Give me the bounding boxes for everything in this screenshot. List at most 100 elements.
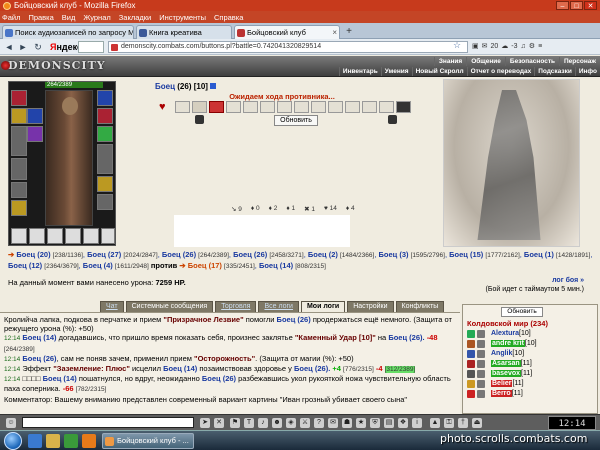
fighter-link[interactable]: Боец (26) (162, 250, 196, 259)
maximize-button[interactable]: □ (570, 1, 583, 10)
music-icon[interactable]: ♫ (521, 41, 526, 53)
menu-bookmarks[interactable]: Закладки (119, 13, 151, 22)
tab-settings[interactable]: Настройки (347, 301, 394, 312)
tab-chat[interactable]: Чат (100, 301, 124, 312)
boots-slot[interactable] (97, 194, 113, 210)
scroll-slot-6[interactable] (101, 228, 115, 244)
translit-icon[interactable]: T (244, 418, 254, 428)
smiley-icon[interactable]: ☺ (6, 418, 16, 428)
sword-icon[interactable]: † (458, 418, 468, 428)
ring-slot[interactable] (27, 108, 43, 124)
scroll-slot-4[interactable] (65, 228, 81, 244)
action-icon-6[interactable] (260, 101, 275, 113)
fighter-link[interactable]: Боец (4) (83, 261, 113, 270)
action-icon-13[interactable] (379, 101, 394, 113)
tab-conflicts[interactable]: Конфликты (395, 301, 445, 312)
exit-icon[interactable]: ⏏ (472, 418, 482, 428)
forward-button[interactable]: ► (17, 41, 29, 53)
action-icon-11[interactable] (345, 101, 360, 113)
fighter-link[interactable]: Боец (1) (524, 250, 554, 259)
armor-slot[interactable] (11, 158, 27, 180)
bag-icon[interactable]: ☗ (342, 418, 352, 428)
gloves-slot[interactable] (11, 200, 27, 216)
tab-fight-club[interactable]: Бойцовский клуб × (234, 25, 340, 39)
menu-communication[interactable]: Общение (466, 57, 505, 66)
enemy-fighter-link[interactable]: Боец (17) (188, 261, 222, 270)
helmet-slot[interactable] (11, 90, 27, 106)
action-icon-14[interactable] (396, 101, 411, 113)
action-icon-2[interactable] (192, 101, 207, 113)
close-button[interactable]: ✕ (584, 1, 597, 10)
player-item[interactable]: Alextura[10] (467, 329, 597, 339)
log-fighter[interactable]: Боец (26). (388, 333, 424, 342)
filter-icon[interactable]: ⚑ (230, 418, 240, 428)
log-fighter[interactable]: Боец (26) (277, 315, 311, 324)
log-fighter[interactable]: Боец (14) (163, 364, 197, 373)
yandex-search-input[interactable] (78, 41, 104, 53)
menu-info[interactable]: Инфо (574, 67, 600, 76)
fighter-link[interactable]: Боец (26) (233, 250, 267, 259)
friends-icon[interactable]: ☻ (272, 418, 282, 428)
menu-security[interactable]: Безопасность (504, 57, 559, 66)
chat-input[interactable] (22, 417, 194, 428)
quest-icon[interactable]: ? (314, 418, 324, 428)
tab-audio-search[interactable]: Поиск аудиозаписей по запросу Ма... (2, 25, 134, 39)
fighter-link[interactable]: Боец (3) (379, 250, 409, 259)
menu-icon[interactable]: ≡ (538, 41, 542, 53)
ring-slot-3[interactable] (97, 126, 113, 142)
start-button[interactable] (4, 432, 22, 450)
lock-icon[interactable]: ⚿ (444, 418, 454, 428)
tab-system-messages[interactable]: Системные сообщения (125, 301, 214, 312)
log-fighter[interactable]: Боец (14) (43, 374, 77, 383)
map-icon[interactable]: ◈ (286, 418, 296, 428)
belt-slot[interactable] (11, 182, 27, 198)
log-fighter[interactable]: Боец (26) (202, 374, 236, 383)
firefox-taskbar-icon[interactable] (82, 434, 96, 448)
bracer-slot[interactable] (27, 126, 43, 142)
amulet-slot[interactable] (11, 108, 27, 124)
menu-edit[interactable]: Правка (28, 13, 53, 22)
action-icon-4[interactable] (226, 101, 241, 113)
action-icon-12[interactable] (362, 101, 377, 113)
back-button[interactable]: ◄ (3, 41, 15, 53)
player-item[interactable]: Berro[11] (467, 389, 597, 399)
explorer-icon[interactable] (46, 434, 60, 448)
bookmark-star-icon[interactable]: ☆ (453, 40, 461, 51)
sound-icon[interactable]: ♪ (258, 418, 268, 428)
up-arrow-icon[interactable]: ▲ (430, 418, 440, 428)
media-icon[interactable] (64, 434, 78, 448)
shield-icon[interactable]: ⛨ (370, 418, 380, 428)
leggings-slot[interactable] (97, 176, 113, 192)
scroll-slot-3[interactable] (47, 228, 63, 244)
fighter-link[interactable]: Боец (15) (449, 250, 483, 259)
refresh-button[interactable]: Обновить (274, 115, 318, 126)
shield-slot[interactable] (97, 144, 113, 174)
menu-character[interactable]: Персонаж (559, 57, 600, 66)
clan-icon[interactable]: ⚔ (300, 418, 310, 428)
send-icon[interactable]: ➤ (200, 418, 210, 428)
settings-icon[interactable]: ⚙ (529, 41, 535, 53)
gift-icon[interactable]: ❖ (398, 418, 408, 428)
weather-icon[interactable]: ☁ (501, 41, 508, 53)
mail-icon[interactable]: ✉ (328, 418, 338, 428)
tab-close-icon[interactable]: × (332, 26, 337, 39)
player-item[interactable]: Belier[11] (467, 379, 597, 389)
log-fighter[interactable]: Боец (14) (22, 333, 56, 342)
menu-help[interactable]: Справка (214, 13, 243, 22)
action-icon-9[interactable] (311, 101, 326, 113)
action-icon-5[interactable] (243, 101, 258, 113)
taskbar-task-firefox[interactable]: Бойцовский клуб - ... (102, 433, 194, 449)
mail-icon[interactable]: ✉ (482, 41, 488, 53)
enemy-fighter-link[interactable]: Боец (14) (259, 261, 293, 270)
action-icon-3[interactable] (209, 101, 224, 113)
fighter-link[interactable]: Боец (27) (87, 250, 121, 259)
ie-icon[interactable] (28, 434, 42, 448)
scroll-slot-5[interactable] (83, 228, 99, 244)
tab-creative-book[interactable]: Книга креатива (136, 25, 232, 39)
panel-refresh-button[interactable]: Обновить (501, 307, 543, 317)
menu-new-scroll[interactable]: Новый Скролл (411, 67, 467, 76)
menu-inventory[interactable]: Инвентарь (338, 67, 381, 76)
fighter-link[interactable]: Боец (12) (8, 261, 42, 270)
tab-all-logs[interactable]: Все логи (258, 301, 299, 312)
info-icon[interactable] (209, 83, 216, 89)
